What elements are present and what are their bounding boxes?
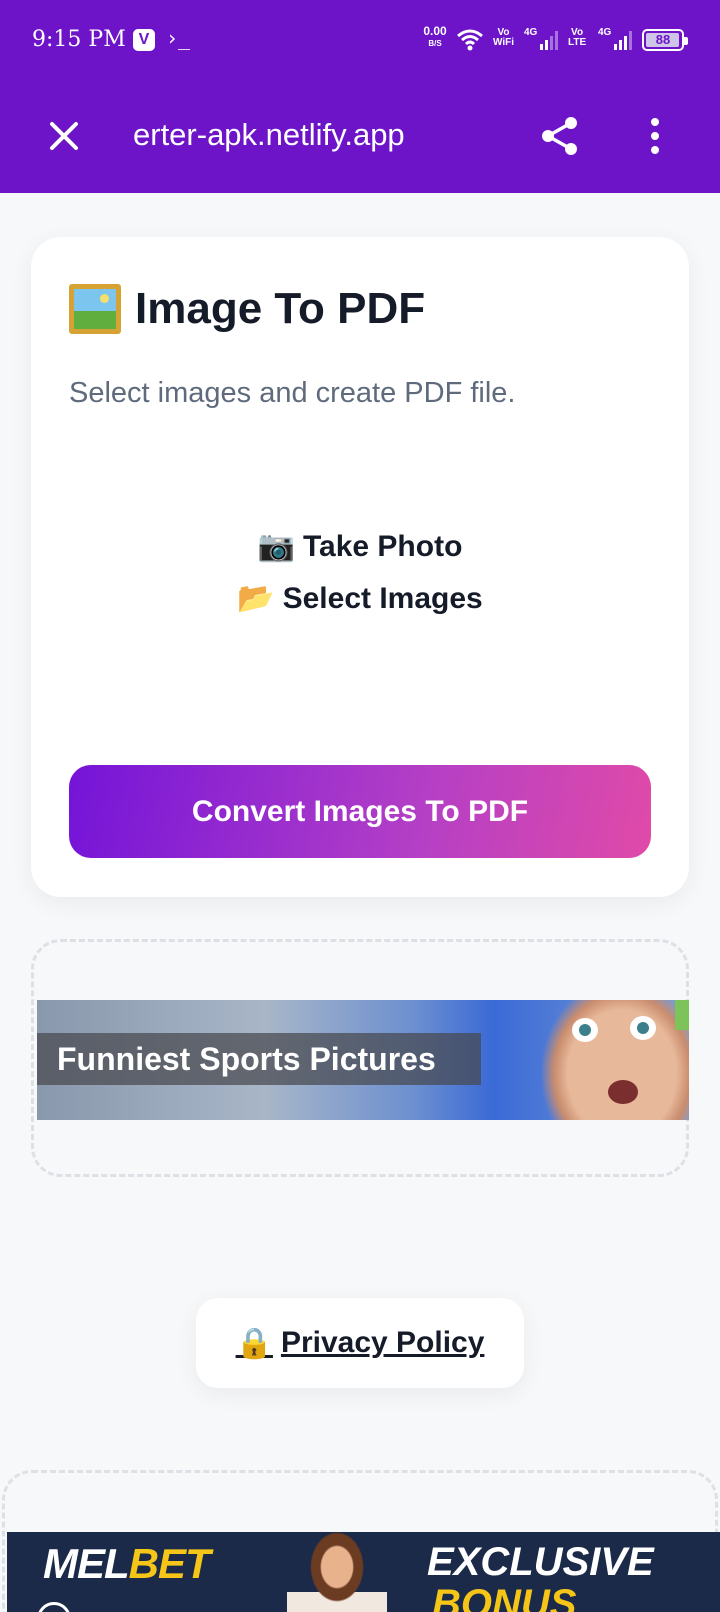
status-bar: 9:15 PM V ›_ 0.00 B/S Vo WiFi 4G Vo LTE … (0, 0, 720, 80)
ad-banner-2[interactable]: MELBET EXCLUSIVE BONUS (7, 1532, 720, 1612)
card-header: Image To PDF (69, 284, 425, 334)
ad-promo-line1: EXCLUSIVE (427, 1540, 654, 1584)
terminal-icon: ›_ (166, 26, 191, 50)
network-speed-unit: B/S (428, 39, 442, 48)
camera-icon: 📷 (257, 530, 295, 563)
battery-icon: 88 (642, 29, 688, 51)
privacy-policy-link[interactable]: 🔒 Privacy Policy (196, 1298, 524, 1388)
ad-slot-1: Funniest Sports Pictures (31, 939, 689, 1177)
ad-caption: Funniest Sports Pictures (37, 1033, 481, 1085)
browser-header: 9:15 PM V ›_ 0.00 B/S Vo WiFi 4G Vo LTE … (0, 0, 720, 193)
volte-label-bottom: LTE (568, 37, 587, 48)
sim1-signal-icon (540, 30, 558, 50)
wifi-icon (457, 29, 483, 51)
network-speed-value: 0.00 (423, 24, 447, 38)
network-speed: 0.00 B/S (420, 24, 450, 49)
take-photo-label: Take Photo (302, 530, 463, 563)
ad-person-image (287, 1532, 387, 1612)
folder-icon: 📂 (237, 582, 275, 615)
lock-icon: 🔒 (235, 1326, 273, 1360)
privacy-policy-label: Privacy Policy (280, 1326, 485, 1359)
vowifi-label-bottom: WiFi (493, 37, 515, 48)
card-subtitle: Select images and create PDF file. (69, 377, 516, 409)
sim2-signal-icon (614, 30, 632, 50)
more-options-icon[interactable] (640, 116, 670, 156)
sim1-network-type: 4G (524, 27, 538, 38)
close-icon[interactable] (44, 116, 84, 156)
ad-seal-icon (37, 1602, 71, 1612)
vowifi-label: Vo WiFi (493, 28, 514, 48)
clock: 9:15 PM (32, 27, 126, 52)
page-title: Image To PDF (135, 284, 426, 333)
select-images-label: Select Images (282, 582, 483, 615)
ad-brand-logo: MELBET (43, 1540, 211, 1588)
ad-face-image (542, 1000, 689, 1120)
ad-promo-line2: BONUS (432, 1582, 577, 1612)
battery-level: 88 (655, 32, 671, 47)
ad-brand-part2: BET (128, 1540, 211, 1587)
share-icon[interactable] (538, 114, 582, 158)
take-photo-button[interactable]: 📷 Take Photo (31, 529, 689, 564)
ad-brand-part1: MEL (43, 1540, 130, 1587)
convert-images-button[interactable]: Convert Images To PDF (69, 765, 651, 858)
vpn-app-icon: V (133, 29, 155, 51)
ad-banner-1[interactable]: Funniest Sports Pictures (37, 1000, 689, 1120)
select-images-button[interactable]: 📂 Select Images (31, 581, 689, 616)
ad-slot-2: MELBET EXCLUSIVE BONUS (2, 1470, 720, 1612)
sim2-network-type: 4G (598, 27, 612, 38)
page-url: erter-apk.netlify.app (133, 117, 405, 152)
framed-picture-icon (69, 284, 121, 334)
volte-label: Vo LTE (568, 28, 586, 48)
image-to-pdf-card: Image To PDF Select images and create PD… (31, 237, 689, 897)
